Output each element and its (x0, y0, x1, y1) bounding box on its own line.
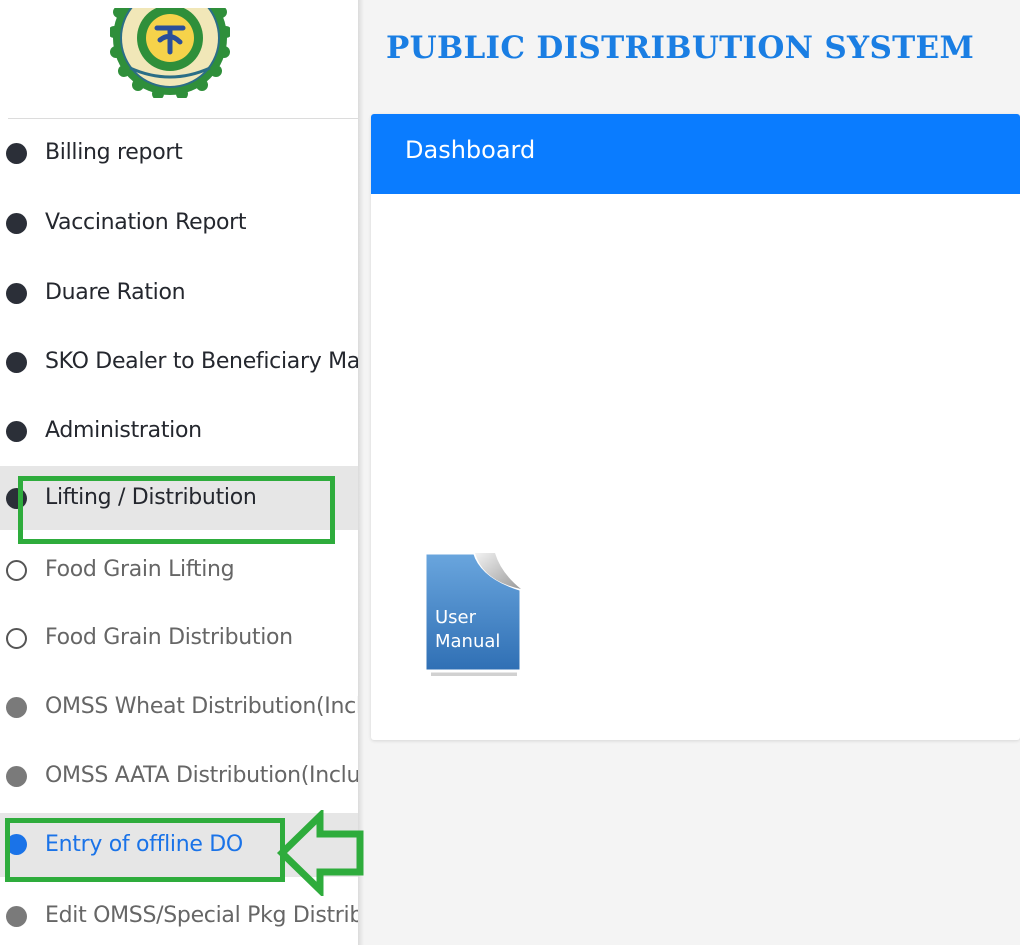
sidebar-item-label: Vaccination Report (45, 210, 247, 235)
bullet-icon (6, 421, 27, 442)
sidebar-subitem-edit-omss-special-pkg[interactable]: Edit OMSS/Special Pkg Distrib (0, 890, 358, 942)
sidebar-item-label: Duare Ration (45, 280, 186, 305)
sidebar-item-label: Food Grain Distribution (45, 625, 293, 650)
west-bengal-govt-emblem-icon[interactable] (110, 8, 230, 98)
bullet-icon (6, 697, 27, 718)
sidebar: Billing report Vaccination Report Duare … (0, 0, 358, 945)
sidebar-subitem-omss-wheat-distribution[interactable]: OMSS Wheat Distribution(Incl (0, 681, 358, 733)
sidebar-item-label: OMSS Wheat Distribution(Incl (45, 694, 358, 719)
sidebar-item-label: Administration (45, 418, 202, 443)
sidebar-subitem-omss-aata-distribution[interactable]: OMSS AATA Distribution(Inclu (0, 750, 358, 802)
sidebar-subitem-food-grain-distribution[interactable]: Food Grain Distribution (0, 612, 358, 664)
sidebar-item-sko-dealer-mapping[interactable]: SKO Dealer to Beneficiary Map (0, 336, 358, 388)
bullet-icon (6, 766, 27, 787)
sidebar-item-label: SKO Dealer to Beneficiary Map (45, 349, 358, 374)
card-header-title: Dashboard (405, 136, 536, 164)
logo-divider (8, 118, 358, 119)
bullet-icon (6, 906, 27, 927)
card-header: Dashboard (371, 114, 1020, 194)
bullet-icon (6, 213, 27, 234)
sidebar-item-label: OMSS AATA Distribution(Inclu (45, 763, 358, 788)
sidebar-item-administration[interactable]: Administration (0, 405, 358, 457)
sidebar-shadow (358, 0, 364, 945)
manual-label-line1: User (435, 607, 477, 628)
bullet-icon (6, 283, 27, 304)
sidebar-item-vaccination-report[interactable]: Vaccination Report (0, 197, 358, 249)
page-title: PUBLIC DISTRIBUTION SYSTEM (386, 30, 975, 66)
radio-circle-icon (6, 560, 27, 581)
highlight-box-entry-offline-do (5, 818, 285, 882)
bullet-icon (6, 352, 27, 373)
bullet-icon (6, 143, 27, 164)
sidebar-item-label: Billing report (45, 140, 183, 165)
radio-circle-icon (6, 628, 27, 649)
user-manual-document-icon[interactable]: User Manual (421, 551, 525, 676)
sidebar-item-billing-report[interactable]: Billing report (0, 127, 358, 179)
manual-label-line2: Manual (435, 631, 500, 652)
sidebar-item-label: Edit OMSS/Special Pkg Distrib (45, 903, 358, 928)
sidebar-subitem-food-grain-lifting[interactable]: Food Grain Lifting (0, 544, 358, 596)
pointer-arrow-icon (276, 810, 364, 896)
sidebar-item-duare-ration[interactable]: Duare Ration (0, 267, 358, 319)
sidebar-item-label: Food Grain Lifting (45, 557, 235, 582)
highlight-box-lifting-distribution (18, 476, 335, 544)
dashboard-card: Dashboard User Manual (371, 114, 1020, 740)
